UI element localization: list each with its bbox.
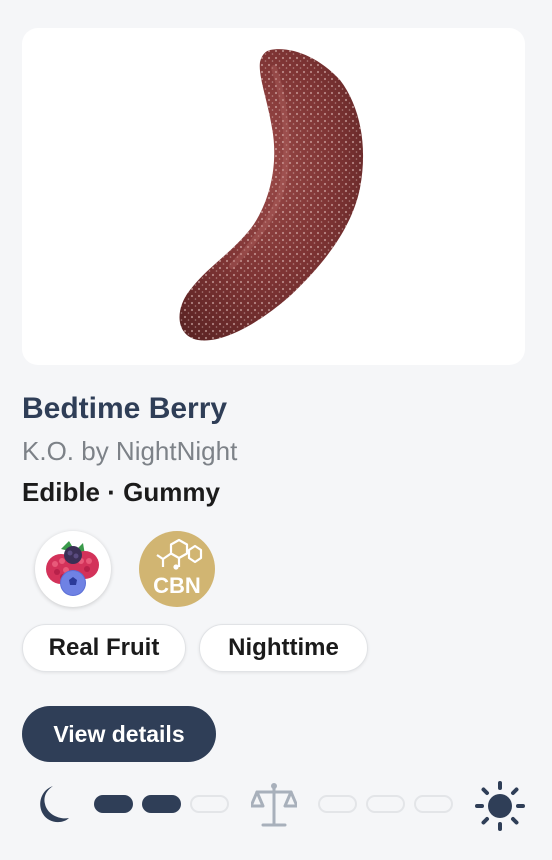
sun-icon: [475, 781, 525, 831]
gummy-image: [179, 49, 364, 341]
brand-name[interactable]: K.O. by NightNight: [22, 436, 237, 467]
cbn-molecule-icon: CBN: [153, 538, 203, 598]
cbn-badge[interactable]: CBN: [139, 531, 215, 607]
product-category: Edible · Gummy: [22, 477, 220, 507]
sleep-level-pill-2: [142, 795, 181, 813]
sleep-level-pill-1: [94, 795, 133, 813]
product-name[interactable]: Bedtime Berry: [22, 392, 227, 426]
effect-scale: [0, 770, 552, 840]
tag-nighttime[interactable]: Nighttime: [199, 624, 368, 672]
moon-icon: [40, 786, 69, 823]
berries-icon: [46, 541, 99, 596]
energy-level-pill-3: [414, 795, 453, 813]
cbn-label: CBN: [153, 573, 201, 598]
product-image[interactable]: [22, 28, 525, 365]
tag-real-fruit[interactable]: Real Fruit: [22, 624, 186, 672]
sleep-level-pill-3: [190, 795, 229, 813]
energy-level-pill-1: [318, 795, 357, 813]
product-card[interactable]: Bedtime Berry K.O. by NightNight Edible …: [0, 0, 552, 860]
energy-level-pill-2: [366, 795, 405, 813]
real-fruit-badge[interactable]: [35, 531, 111, 607]
balance-scale-icon: [251, 783, 297, 827]
view-details-button[interactable]: View details: [22, 706, 216, 762]
